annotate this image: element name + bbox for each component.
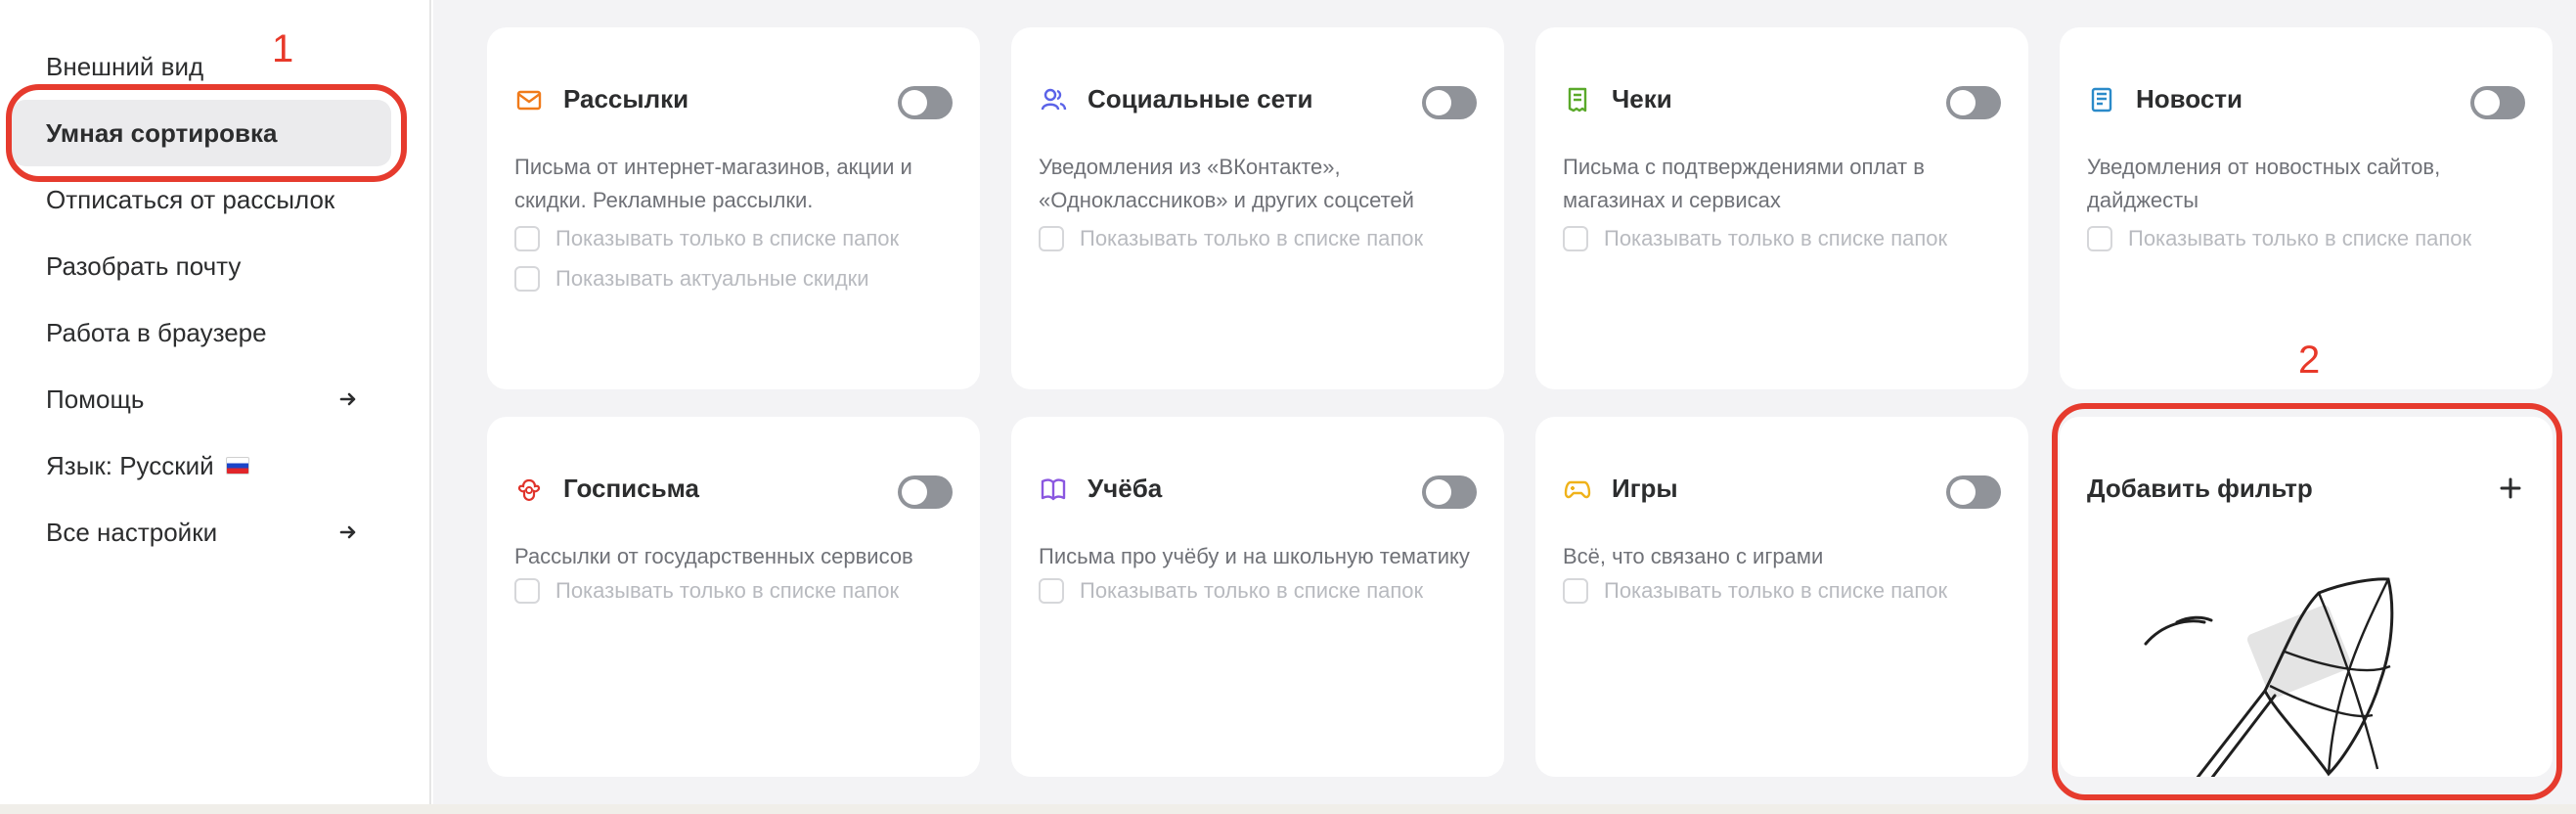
option-label: Показывать актуальные скидки xyxy=(555,266,869,291)
sidebar-item-label: Помощь xyxy=(46,384,145,414)
newsletters-toggle[interactable] xyxy=(898,86,953,119)
emblem-icon xyxy=(514,475,544,504)
card-description: Всё, что связано с играми xyxy=(1563,544,1824,568)
filter-card-games: Игры Всё, что связано с играми Показыват… xyxy=(1535,417,2028,777)
card-title: Новости xyxy=(2136,84,2243,113)
option-show-in-folders[interactable]: Показывать только в списке папок xyxy=(514,578,899,604)
card-description: Письма про учёбу и на школьную тематику xyxy=(1039,544,1470,568)
filter-card-social: Социальные сети Уведомления из «ВКонтакт… xyxy=(1011,27,1504,389)
option-label: Показывать только в списке папок xyxy=(1604,578,1948,603)
filter-card-newsletters: Рассылки Письма от интернет-магазинов, а… xyxy=(487,27,980,389)
option-show-in-folders[interactable]: Показывать только в списке папок xyxy=(514,226,899,251)
filter-card-receipts: Чеки Письма с подтверждениями оплат в ма… xyxy=(1535,27,2028,389)
card-title: Игры xyxy=(1612,474,1678,503)
education-toggle[interactable] xyxy=(1422,475,1477,509)
gamepad-icon xyxy=(1563,475,1592,504)
sidebar-item-label: Разобрать почту xyxy=(46,250,242,281)
option-label: Показывать только в списке папок xyxy=(2128,226,2472,250)
checkbox[interactable] xyxy=(1563,578,1588,604)
sidebar-item-help[interactable]: Помощь xyxy=(12,366,391,432)
option-show-in-folders[interactable]: Показывать только в списке папок xyxy=(2087,226,2471,251)
news-toggle[interactable] xyxy=(2470,86,2525,119)
checkbox[interactable] xyxy=(514,266,540,292)
sidebar-item-language[interactable]: Язык: Русский xyxy=(12,432,391,499)
sidebar-item-all-settings[interactable]: Все настройки xyxy=(12,499,391,565)
card-description: Уведомления от новостных сайтов, дайджес… xyxy=(2087,155,2441,212)
card-title: Учёба xyxy=(1088,474,1163,503)
checkbox[interactable] xyxy=(1039,578,1064,604)
annotation-marker-2: 2 xyxy=(2298,339,2321,382)
option-show-in-folders[interactable]: Показывать только в списке папок xyxy=(1039,578,1423,604)
games-toggle[interactable] xyxy=(1946,475,2001,509)
card-title: Госписьма xyxy=(563,474,699,503)
sidebar-item-label: Язык: Русский xyxy=(46,450,214,480)
envelope-icon xyxy=(514,85,544,114)
annotation-marker-1: 1 xyxy=(272,27,294,70)
option-label: Показывать только в списке папок xyxy=(1080,226,1424,250)
filter-card-news: Новости Уведомления от новостных сайтов,… xyxy=(2060,27,2553,389)
filter-card-education: Учёба Письма про учёбу и на школьную тем… xyxy=(1011,417,1504,777)
checkbox[interactable] xyxy=(2087,226,2112,251)
card-title: Социальные сети xyxy=(1088,84,1313,113)
card-title: Чеки xyxy=(1612,84,1672,113)
sidebar-item-label: Все настройки xyxy=(46,517,218,547)
option-show-discounts[interactable]: Показывать актуальные скидки xyxy=(514,266,869,292)
card-description: Письма от интернет-магазинов, акции и ск… xyxy=(514,155,912,212)
option-show-in-folders[interactable]: Показывать только в списке папок xyxy=(1563,578,1947,604)
sidebar-item-sort-mail[interactable]: Разобрать почту xyxy=(12,233,391,299)
card-description: Письма с подтверждениями оплат в магазин… xyxy=(1563,155,1925,212)
checkbox[interactable] xyxy=(1039,226,1064,251)
sidebar-item-label: Работа в браузере xyxy=(46,317,267,347)
option-label: Показывать только в списке папок xyxy=(555,578,900,603)
option-show-in-folders[interactable]: Показывать только в списке папок xyxy=(1039,226,1423,251)
people-icon xyxy=(1039,85,1068,114)
option-label: Показывать только в списке папок xyxy=(1604,226,1948,250)
social-toggle[interactable] xyxy=(1422,86,1477,119)
arrow-right-icon xyxy=(339,392,356,406)
checkbox[interactable] xyxy=(514,226,540,251)
sidebar-item-label: Внешний вид xyxy=(46,51,204,81)
russian-flag-icon xyxy=(225,457,249,475)
annotation-highlight-2 xyxy=(2052,403,2562,800)
sidebar-item-label: Отписаться от рассылок xyxy=(46,184,335,214)
arrow-right-icon xyxy=(339,525,356,539)
checkbox[interactable] xyxy=(1563,226,1588,251)
option-label: Показывать только в списке папок xyxy=(555,226,900,250)
card-description: Уведомления из «ВКонтакте», «Одноклассни… xyxy=(1039,155,1414,212)
sidebar-item-browser[interactable]: Работа в браузере xyxy=(12,299,391,366)
filter-card-government: Госписьма Рассылки от государственных се… xyxy=(487,417,980,777)
card-description: Рассылки от государственных сервисов xyxy=(514,544,913,568)
option-show-in-folders[interactable]: Показывать только в списке папок xyxy=(1563,226,1947,251)
book-icon xyxy=(1039,475,1068,504)
settings-window: Внешний вид Умная сортировка Отписаться … xyxy=(0,0,2576,804)
receipt-icon xyxy=(1563,85,1592,114)
receipts-toggle[interactable] xyxy=(1946,86,2001,119)
newspaper-icon xyxy=(2087,85,2116,114)
checkbox[interactable] xyxy=(514,578,540,604)
card-title: Рассылки xyxy=(563,84,689,113)
option-label: Показывать только в списке папок xyxy=(1080,578,1424,603)
government-toggle[interactable] xyxy=(898,475,953,509)
annotation-highlight-1 xyxy=(6,84,407,182)
